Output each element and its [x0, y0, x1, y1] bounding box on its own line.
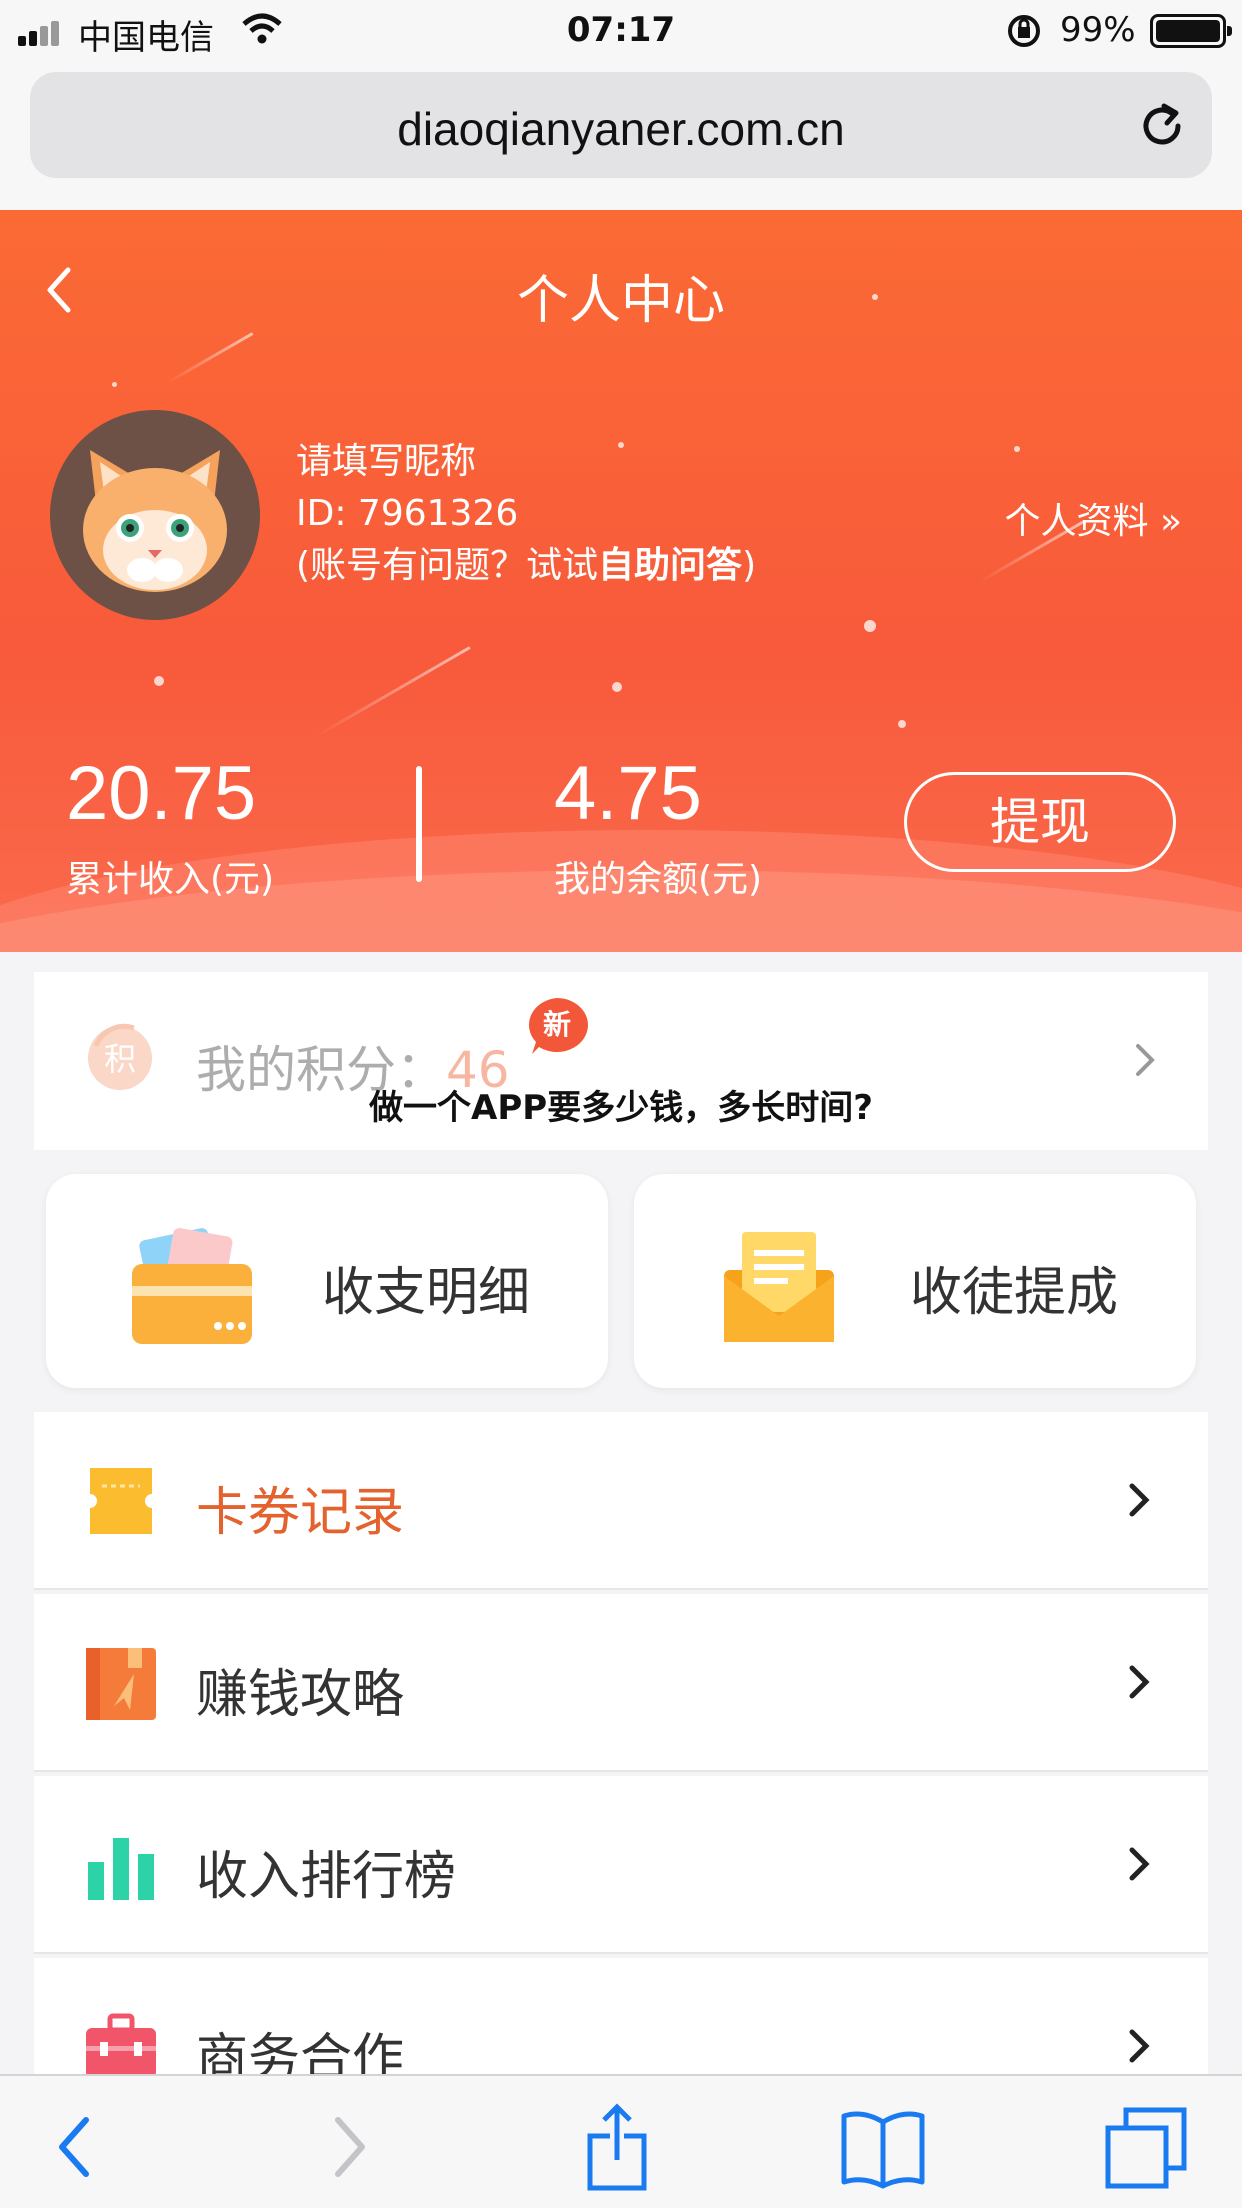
menu-item-coupon-records[interactable]: 卡券记录 [34, 1412, 1208, 1590]
menu-item-label: 收入排行榜 [196, 1847, 457, 1907]
withdraw-button[interactable]: 提现 [904, 772, 1176, 872]
browser-toolbar [0, 2074, 1242, 2208]
help-line: (账号有问题？试试自助问答) [296, 545, 757, 586]
page-title: 个人中心 [516, 271, 725, 331]
menu-item-label: 卡券记录 [196, 1483, 405, 1543]
url-text[interactable]: diaoqianyaner.com.cn [30, 102, 1212, 156]
profile-header: 个人中心 请填写昵称 ID: 7961326 (账号有问题？试试自助问答) 个人… [0, 210, 1242, 952]
avatar[interactable] [50, 410, 260, 620]
income-details-card[interactable]: 收支明细 [46, 1174, 608, 1388]
chevron-right-icon [1129, 1665, 1150, 1699]
ticket-icon [90, 1468, 152, 1534]
chevron-right-icon [1129, 1847, 1150, 1881]
browser-forward-icon[interactable] [300, 2102, 390, 2192]
bookmarks-icon[interactable] [838, 2102, 928, 2192]
address-bar[interactable]: diaoqianyaner.com.cn [30, 72, 1212, 178]
svg-text:新: 新 [543, 1008, 571, 1041]
briefcase-icon [86, 2013, 156, 2078]
profile-info: 请填写昵称 ID: 7961326 (账号有问题？试试自助问答) [296, 436, 756, 592]
new-badge: 新 [528, 998, 588, 1054]
svg-text:积: 积 [104, 1040, 136, 1078]
menu-item-label: 赚钱攻略 [196, 1665, 405, 1725]
balance-value: 4.75 [554, 751, 702, 836]
rotation-lock-icon [1008, 15, 1040, 47]
battery-icon [1150, 14, 1232, 48]
battery-percent: 99% [1060, 10, 1136, 50]
menu-item-earning-guide[interactable]: 赚钱攻略 [34, 1594, 1208, 1772]
card-label: 收支明细 [322, 1263, 531, 1323]
envelope-icon [724, 1232, 834, 1342]
bar-chart-icon [88, 1838, 154, 1900]
status-bar: 中国电信 07:17 99% [0, 0, 1242, 62]
chevron-right-icon [1129, 2029, 1150, 2063]
guide-book-icon [86, 1648, 156, 1720]
clock: 07:17 [566, 10, 676, 50]
menu-item-income-ranking[interactable]: 收入排行榜 [34, 1776, 1208, 1954]
card-label: 收徒提成 [910, 1263, 1119, 1323]
overlay-caption: 做一个APP要多少钱，多长时间? [369, 1088, 873, 1128]
nickname[interactable]: 请填写昵称 [296, 436, 756, 488]
disciple-commission-card[interactable]: 收徒提成 [634, 1174, 1196, 1388]
stats-divider [416, 766, 422, 882]
chevron-right-icon [1136, 1044, 1155, 1076]
profile-details-link[interactable]: 个人资料 » [1005, 492, 1182, 544]
balance-label: 我的余额(元) [554, 859, 763, 900]
cat-avatar-icon [83, 450, 227, 592]
total-income-value: 20.75 [66, 751, 257, 836]
user-id: ID: 7961326 [296, 493, 519, 534]
tabs-icon[interactable] [1102, 2102, 1192, 2192]
chevron-right-icon [1129, 1483, 1150, 1517]
browser-back-icon[interactable] [34, 2102, 124, 2192]
reload-icon[interactable] [1134, 98, 1190, 154]
browser-address-area: diaoqianyaner.com.cn [0, 62, 1242, 210]
total-income-label: 累计收入(元) [66, 859, 275, 900]
share-icon[interactable] [572, 2102, 662, 2192]
wallet-icon [132, 1228, 252, 1344]
self-help-link[interactable]: 自助问答 [598, 545, 742, 586]
